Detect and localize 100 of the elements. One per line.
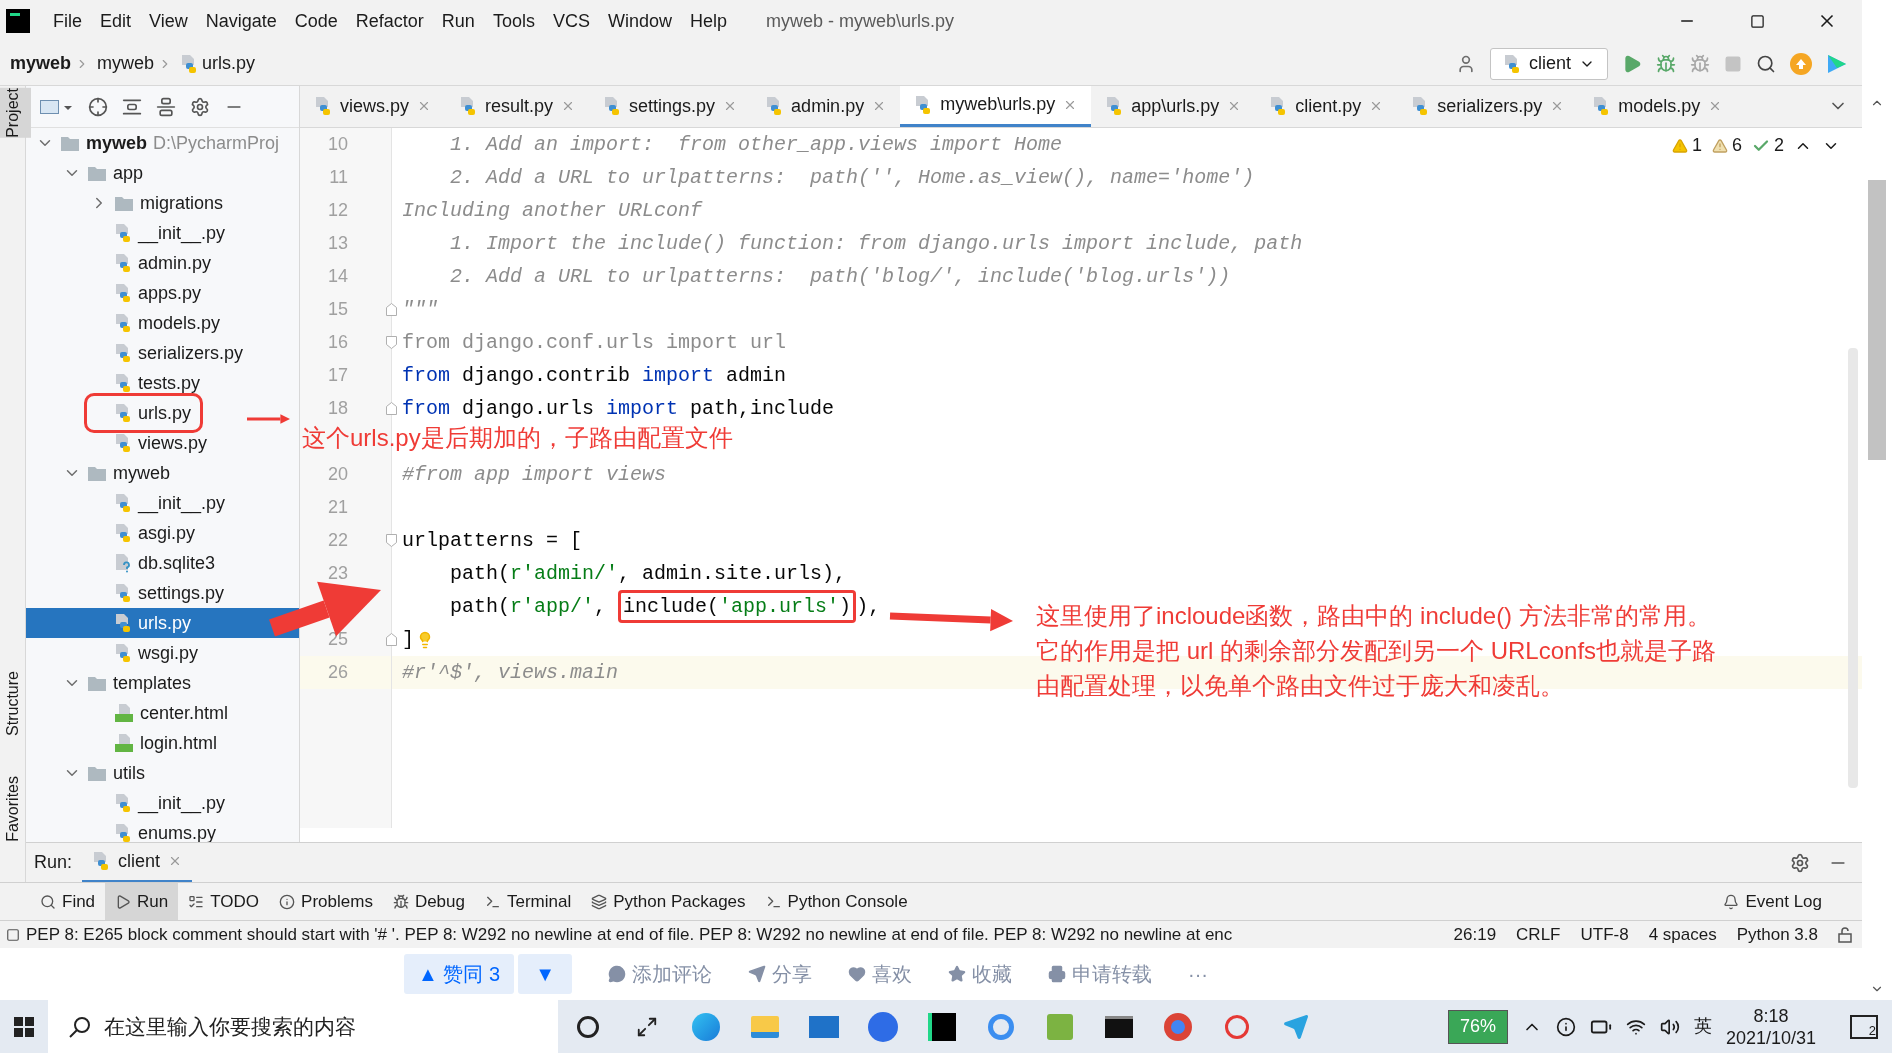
menu-item[interactable]: View	[140, 7, 197, 35]
tool-window-button[interactable]: Find	[30, 882, 106, 921]
tree-item[interactable]: admin.py	[90, 249, 218, 277]
tree-item[interactable]: __init__.py	[90, 789, 232, 817]
typo-count[interactable]: 2	[1774, 132, 1784, 159]
input-method-indicator[interactable]: 英	[1693, 1013, 1712, 1040]
collapse-all-icon[interactable]	[156, 96, 176, 117]
editor-tab[interactable]: settings.py	[589, 86, 752, 127]
status-item[interactable]: CRLF	[1516, 921, 1561, 948]
fold-marker-icon[interactable]	[385, 402, 397, 415]
notification-badge[interactable]: 2	[1850, 1014, 1878, 1039]
folder-icon[interactable]	[751, 1015, 779, 1038]
tree-item[interactable]: myweb D:\PycharmProj	[36, 129, 286, 157]
menu-item[interactable]: Window	[598, 7, 681, 35]
menu-item[interactable]: VCS	[543, 7, 599, 35]
tree-item[interactable]: myweb	[63, 459, 176, 487]
editor-tab[interactable]: client.py	[1255, 86, 1398, 127]
tree-item[interactable]: login.html	[90, 729, 224, 757]
tree-item[interactable]: apps.py	[90, 279, 208, 307]
tree-item[interactable]: templates	[63, 669, 198, 697]
scrollbar-thumb[interactable]	[1868, 180, 1886, 460]
fold-marker-icon[interactable]	[385, 336, 397, 349]
editor-tab[interactable]: admin.py	[751, 86, 901, 127]
tree-item[interactable]: migrations	[90, 189, 230, 217]
chrome-icon[interactable]	[1164, 1012, 1192, 1041]
menu-item[interactable]: Tools	[483, 7, 544, 35]
tree-item[interactable]: tests.py	[90, 369, 207, 397]
cortana-icon[interactable]	[577, 1015, 599, 1038]
run-config-dropdown[interactable]: client	[1489, 47, 1608, 80]
menu-item[interactable]: File	[44, 7, 91, 35]
error-count[interactable]: 1	[1691, 132, 1702, 159]
tree-item[interactable]: center.html	[90, 699, 235, 727]
side-tool-tab[interactable]: Project	[0, 88, 31, 138]
status-item[interactable]: UTF-8	[1580, 921, 1629, 948]
plugin-icon[interactable]	[1826, 52, 1848, 75]
event-log-button[interactable]: Event Log	[1723, 888, 1822, 915]
editor-app-icon[interactable]	[1047, 1013, 1073, 1040]
lock-icon[interactable]	[1838, 926, 1852, 943]
menu-item[interactable]: Navigate	[196, 7, 286, 35]
tree-item[interactable]: asgi.py	[90, 519, 202, 547]
editor-tab[interactable]: app\urls.py	[1091, 86, 1256, 127]
tree-item[interactable]: app	[63, 159, 150, 187]
status-item[interactable]: 4 spaces	[1648, 921, 1717, 948]
taskbar-search-field[interactable]: 在这里输入你要搜索的内容	[104, 1010, 524, 1043]
task-view-icon[interactable]	[636, 1015, 658, 1038]
editor-tab[interactable]: views.py	[300, 86, 446, 127]
volume-icon[interactable]	[1659, 1016, 1680, 1037]
editor-tab[interactable]: models.py	[1578, 86, 1737, 127]
status-item[interactable]: Python 3.8	[1736, 921, 1818, 948]
breadcrumb-item[interactable]: myweb	[10, 50, 72, 77]
fold-marker-icon[interactable]	[385, 303, 397, 316]
debug-icon[interactable]	[1656, 53, 1676, 74]
taskbar-search-box[interactable]: 在这里输入你要搜索的内容	[48, 1000, 558, 1053]
app-icon[interactable]	[868, 1011, 898, 1042]
run-icon[interactable]	[1622, 53, 1642, 74]
terminal-icon[interactable]	[1105, 1015, 1133, 1038]
mail-icon[interactable]	[809, 1015, 839, 1038]
side-tool-tab[interactable]: Favorites	[0, 776, 31, 842]
breadcrumb-item[interactable]: myweb	[97, 50, 155, 77]
fold-marker-icon[interactable]	[385, 633, 397, 646]
editor-tab[interactable]: result.py	[445, 86, 590, 127]
status-item[interactable]: 26:19	[1453, 921, 1497, 948]
settings-icon[interactable]	[1790, 852, 1810, 873]
tree-item[interactable]: wsgi.py	[90, 639, 205, 667]
menu-item[interactable]: Code	[285, 7, 347, 35]
tree-item[interactable]: __init__.py	[90, 489, 232, 517]
tool-window-button[interactable]: TODO	[178, 882, 270, 921]
menu-item[interactable]: Help	[680, 7, 736, 35]
search-icon[interactable]	[1756, 53, 1776, 74]
paper-plane-icon[interactable]	[1283, 1013, 1309, 1040]
weak-warning-icon[interactable]	[1711, 137, 1728, 154]
clock-time[interactable]: 8:18	[1753, 1004, 1789, 1027]
search-icon[interactable]	[68, 1014, 92, 1039]
warning-icon[interactable]	[1671, 137, 1688, 154]
menu-item[interactable]: Edit	[91, 7, 141, 35]
cloud-app-icon[interactable]	[988, 1013, 1014, 1040]
tree-item[interactable]: settings.py	[90, 579, 231, 607]
start-icon[interactable]	[14, 1016, 34, 1037]
tree-item[interactable]: enums.py	[90, 819, 223, 842]
tool-window-button[interactable]: Terminal	[475, 882, 582, 921]
tool-window-button[interactable]: Python Console	[755, 882, 918, 921]
update-icon[interactable]	[1790, 52, 1812, 75]
ide-icon[interactable]	[928, 1012, 956, 1041]
clock-date[interactable]: 2021/10/31	[1725, 1026, 1816, 1049]
tool-window-button[interactable]: Python Packages	[581, 882, 756, 921]
tree-item[interactable]: utils	[63, 759, 151, 787]
tree-item[interactable]: urls.py	[90, 399, 197, 427]
downvote-button[interactable]: ▼	[518, 954, 573, 994]
menu-item[interactable]: Run	[432, 7, 484, 35]
maximize-icon[interactable]	[1749, 13, 1765, 29]
tree-item[interactable]: serializers.py	[90, 339, 250, 367]
tool-window-button[interactable]: Run	[105, 882, 179, 921]
menu-item[interactable]: Refactor	[346, 7, 433, 35]
breadcrumb-item[interactable]: urls.py	[202, 50, 256, 77]
panel-toggle-icon[interactable]	[6, 927, 20, 942]
editor-tab[interactable]: myweb\urls.py	[900, 86, 1092, 127]
tree-item[interactable]: __init__.py	[90, 219, 232, 247]
browser-icon[interactable]	[692, 1012, 720, 1041]
panel-layout-icon[interactable]	[40, 97, 74, 116]
tray-app-icon[interactable]	[1555, 1016, 1576, 1037]
